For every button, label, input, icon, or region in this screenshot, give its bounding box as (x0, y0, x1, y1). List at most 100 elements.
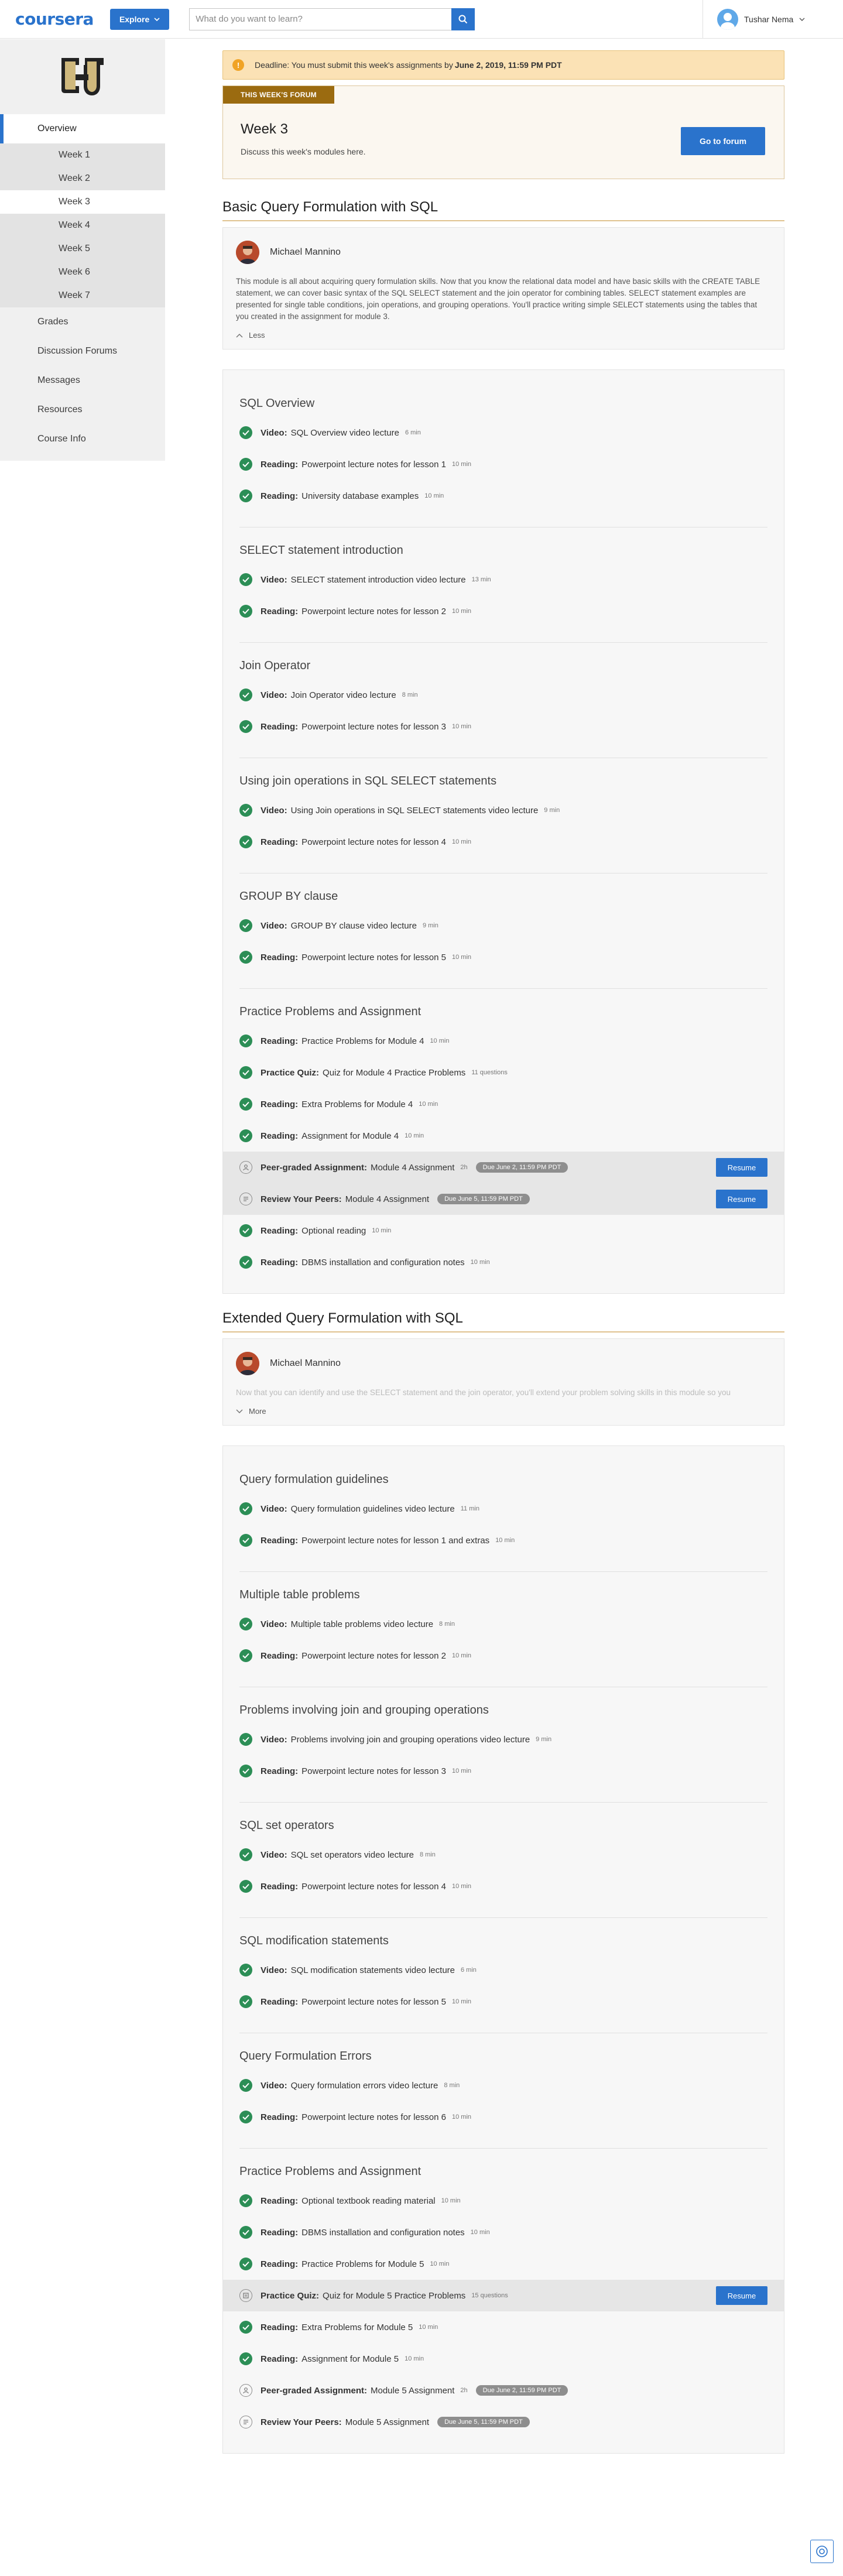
lesson-item[interactable]: Reading: DBMS installation and configurat… (239, 1246, 767, 1278)
item-name-link[interactable]: Extra Problems for Module 4 (301, 1099, 413, 1109)
lesson-item[interactable]: Reading: Assignment for Module 5 10 min (239, 2343, 767, 2375)
item-name-link[interactable]: Extra Problems for Module 5 (301, 2322, 413, 2332)
lesson-item[interactable]: Video: SELECT statement introduction vide… (239, 564, 767, 595)
lesson-item[interactable]: Video: SQL modification statements video … (239, 1954, 767, 1986)
lesson-item[interactable]: Video: Query formulation errors video lec… (239, 2070, 767, 2101)
show-more-toggle[interactable]: More (236, 1407, 771, 1416)
lesson-item[interactable]: Reading: Optional textbook reading materi… (239, 2185, 767, 2217)
go-to-forum-button[interactable]: Go to forum (681, 127, 765, 155)
resume-button[interactable]: Resume (716, 1158, 767, 1177)
item-name-link[interactable]: DBMS installation and configuration note… (301, 1258, 465, 1268)
item-name-link[interactable]: University database examples (301, 491, 419, 501)
item-name-link[interactable]: Powerpoint lecture notes for lesson 5 (301, 1997, 446, 2007)
lesson-item[interactable]: Review Your Peers: Module 5 Assignment Due… (239, 2406, 767, 2438)
item-name-link[interactable]: Query formulation guidelines video lectu… (291, 1504, 455, 1514)
sidebar-item-resources[interactable]: Resources (0, 395, 165, 424)
university-logo[interactable] (0, 39, 165, 114)
lesson-item[interactable]: Peer-graded Assignment: Module 5 Assignme… (239, 2375, 767, 2406)
coursera-logo[interactable]: coursera (15, 9, 94, 29)
lesson-item[interactable]: Reading: Powerpoint lecture notes for les… (239, 1525, 767, 1556)
lesson-item[interactable]: Reading: Extra Problems for Module 5 10 mi… (239, 2311, 767, 2343)
lesson-item[interactable]: Video: Multiple table problems video lect… (239, 1608, 767, 1640)
item-name-link[interactable]: SQL Overview video lecture (291, 428, 399, 438)
lesson-item[interactable]: Practice Quiz: Quiz for Module 5 Practice… (223, 2280, 784, 2311)
show-less-toggle[interactable]: Less (236, 331, 771, 340)
lesson-item[interactable]: Reading: Powerpoint lecture notes for les… (239, 448, 767, 480)
resume-button[interactable]: Resume (716, 2286, 767, 2305)
lesson-item[interactable]: Reading: Assignment for Module 4 10 min (239, 1120, 767, 1152)
item-name-link[interactable]: SQL modification statements video lectur… (291, 1965, 455, 1975)
item-name-link[interactable]: Powerpoint lecture notes for lesson 3 (301, 722, 446, 732)
item-name-link[interactable]: Module 4 Assignment (371, 1163, 454, 1173)
item-name-link[interactable]: DBMS installation and configuration note… (301, 2228, 465, 2238)
item-name-link[interactable]: Powerpoint lecture notes for lesson 4 (301, 1882, 446, 1892)
item-name-link[interactable]: Module 4 Assignment (345, 1194, 429, 1204)
lesson-item[interactable]: Reading: Powerpoint lecture notes for les… (239, 826, 767, 858)
sidebar-item-week-6[interactable]: Week 6 (0, 261, 165, 284)
sidebar-item-discussion-forums[interactable]: Discussion Forums (0, 337, 165, 366)
item-name-link[interactable]: Module 5 Assignment (345, 2417, 429, 2427)
item-name-link[interactable]: Powerpoint lecture notes for lesson 1 (301, 460, 446, 470)
sidebar-item-overview[interactable]: Overview (0, 114, 165, 143)
lesson-item[interactable]: Reading: Optional reading 10 min (239, 1215, 767, 1246)
item-name-link[interactable]: Join Operator video lecture (291, 690, 396, 700)
item-name-link[interactable]: Powerpoint lecture notes for lesson 2 (301, 1651, 446, 1661)
instructor-name[interactable]: Michael Mannino (270, 247, 341, 258)
lesson-item[interactable]: Video: Using Join operations in SQL SELEC… (239, 794, 767, 826)
sidebar-item-messages[interactable]: Messages (0, 366, 165, 395)
lesson-item[interactable]: Peer-graded Assignment: Module 4 Assignme… (223, 1152, 784, 1183)
lesson-item[interactable]: Video: SQL set operators video lecture 8 m… (239, 1839, 767, 1871)
lesson-item[interactable]: Review Your Peers: Module 4 Assignment Due… (223, 1183, 784, 1215)
sidebar-item-week-1[interactable]: Week 1 (0, 143, 165, 167)
item-name-link[interactable]: Query formulation errors video lecture (291, 2081, 438, 2091)
explore-button[interactable]: Explore (109, 8, 170, 30)
item-name-link[interactable]: Using Join operations in SQL SELECT stat… (291, 806, 539, 816)
sidebar-item-week-2[interactable]: Week 2 (0, 167, 165, 190)
lesson-item[interactable]: Reading: Powerpoint lecture notes for les… (239, 595, 767, 627)
lesson-item[interactable]: Reading: Powerpoint lecture notes for les… (239, 1986, 767, 2017)
item-name-link[interactable]: SELECT statement introduction video lect… (291, 575, 466, 585)
item-name-link[interactable]: Practice Problems for Module 5 (301, 2259, 424, 2269)
item-name-link[interactable]: Powerpoint lecture notes for lesson 1 an… (301, 1536, 489, 1546)
user-menu[interactable]: Tushar Nema (702, 0, 805, 39)
item-name-link[interactable]: Powerpoint lecture notes for lesson 2 (301, 607, 446, 616)
item-name-link[interactable]: GROUP BY clause video lecture (291, 921, 417, 931)
item-name-link[interactable]: Powerpoint lecture notes for lesson 6 (301, 2112, 446, 2122)
lesson-item[interactable]: Video: Join Operator video lecture 8 min (239, 679, 767, 711)
sidebar-item-week-3[interactable]: Week 3 (0, 190, 165, 214)
resume-button[interactable]: Resume (716, 1190, 767, 1208)
help-button[interactable] (810, 2540, 834, 2563)
sidebar-item-week-7[interactable]: Week 7 (0, 284, 165, 307)
item-name-link[interactable]: Quiz for Module 4 Practice Problems (323, 1068, 465, 1078)
sidebar-item-grades[interactable]: Grades (0, 307, 165, 337)
lesson-item[interactable]: Reading: Powerpoint lecture notes for les… (239, 1871, 767, 1902)
lesson-item[interactable]: Reading: Powerpoint lecture notes for les… (239, 1640, 767, 1671)
lesson-item[interactable]: Video: GROUP BY clause video lecture 9 min (239, 910, 767, 941)
item-name-link[interactable]: Optional reading (301, 1226, 366, 1236)
lesson-item[interactable]: Reading: DBMS installation and configurat… (239, 2217, 767, 2248)
sidebar-item-course-info[interactable]: Course Info (0, 424, 165, 454)
item-name-link[interactable]: Problems involving join and grouping ope… (291, 1735, 530, 1745)
lesson-item[interactable]: Reading: Powerpoint lecture notes for les… (239, 711, 767, 742)
item-name-link[interactable]: Assignment for Module 5 (301, 2354, 399, 2364)
item-name-link[interactable]: Quiz for Module 5 Practice Problems (323, 2291, 465, 2301)
item-name-link[interactable]: Assignment for Module 4 (301, 1131, 399, 1141)
lesson-item[interactable]: Reading: Extra Problems for Module 4 10 mi… (239, 1088, 767, 1120)
lesson-item[interactable]: Video: Query formulation guidelines video… (239, 1493, 767, 1525)
item-name-link[interactable]: Module 5 Assignment (371, 2386, 454, 2396)
item-name-link[interactable]: Optional textbook reading material (301, 2196, 435, 2206)
item-name-link[interactable]: Powerpoint lecture notes for lesson 4 (301, 837, 446, 847)
lesson-item[interactable]: Video: Problems involving join and groupi… (239, 1724, 767, 1755)
search-input[interactable] (189, 8, 452, 30)
lesson-item[interactable]: Reading: University database examples 10 m… (239, 480, 767, 512)
item-name-link[interactable]: SQL set operators video lecture (291, 1850, 414, 1860)
item-name-link[interactable]: Multiple table problems video lecture (291, 1619, 433, 1629)
item-name-link[interactable]: Practice Problems for Module 4 (301, 1036, 424, 1046)
sidebar-item-week-4[interactable]: Week 4 (0, 214, 165, 237)
instructor-name[interactable]: Michael Mannino (270, 1358, 341, 1369)
item-name-link[interactable]: Powerpoint lecture notes for lesson 3 (301, 1766, 446, 1776)
lesson-item[interactable]: Practice Quiz: Quiz for Module 4 Practice… (239, 1057, 767, 1088)
sidebar-item-week-5[interactable]: Week 5 (0, 237, 165, 261)
item-name-link[interactable]: Powerpoint lecture notes for lesson 5 (301, 953, 446, 962)
search-button[interactable] (451, 8, 475, 30)
